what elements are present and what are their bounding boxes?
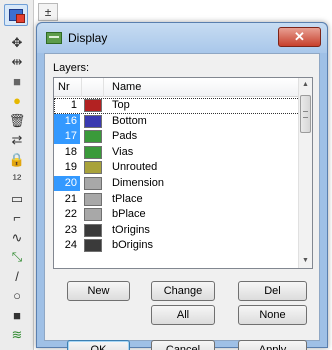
- layer-color-swatch: [84, 145, 102, 159]
- layer-color-swatch: [84, 99, 102, 112]
- list-header: Nr Name: [54, 78, 300, 97]
- list-scrollbar[interactable]: ▲ ▼: [298, 78, 312, 268]
- swap-icon[interactable]: ⇄: [8, 131, 26, 149]
- lock-icon[interactable]: 🔒: [8, 150, 26, 168]
- dialog-titlebar[interactable]: Display ✕: [37, 23, 327, 53]
- column-header-nr[interactable]: Nr: [54, 78, 82, 97]
- layer-name: Pads: [112, 130, 138, 143]
- meander-icon[interactable]: ∿: [8, 228, 26, 246]
- layer-row[interactable]: 16 Bottom: [54, 113, 300, 130]
- ok-button[interactable]: OK: [67, 340, 130, 350]
- layer-number: 24: [64, 239, 77, 252]
- layer-color-swatch: [84, 192, 102, 206]
- layers-label: Layers:: [53, 62, 90, 74]
- delete-icon[interactable]: 🗑: [8, 111, 26, 129]
- layer-row[interactable]: 1 Top: [54, 98, 300, 114]
- layers-colored-icon: [9, 9, 25, 23]
- layer-name: Top: [112, 99, 130, 111]
- layer-row[interactable]: 17 Pads: [54, 129, 300, 145]
- layer-number: 17: [54, 129, 80, 145]
- layer-number: 21: [64, 192, 77, 205]
- apply-button[interactable]: Apply: [238, 340, 307, 350]
- layer-rows: 1 Top 16 Bottom 17 Pads 18 Vias 19 Unrouted 20 Dime…: [54, 98, 300, 254]
- layer-number: 16: [54, 113, 80, 129]
- layer-color-swatch: [84, 223, 102, 237]
- layer-row[interactable]: 24 bOrigins: [54, 238, 300, 254]
- layer-color-swatch: [84, 239, 102, 253]
- wire-icon[interactable]: ⌐: [8, 209, 26, 227]
- dialog-body: Layers: Nr Name 1 Top 16 Bottom 17 Pads 18 Vias…: [44, 53, 320, 350]
- layer-color-swatch: [84, 208, 102, 222]
- none-button[interactable]: None: [238, 305, 307, 325]
- layer-number: 22: [64, 208, 77, 221]
- fill-rect-icon[interactable]: ■: [8, 306, 26, 324]
- layer-name: Dimension: [112, 176, 164, 189]
- dialog-title: Display: [68, 31, 108, 45]
- layer-name: tOrigins: [112, 223, 150, 236]
- all-button[interactable]: All: [151, 305, 215, 325]
- layer-name: Vias: [112, 145, 134, 158]
- column-header-name[interactable]: Name: [112, 78, 141, 97]
- left-toolbar: ✥ ⇹ ■ ● 🗑 ⇄ 🔒 ¹² ▭ ⌐ ∿ ⤡ / ○ ■ ≋: [0, 0, 34, 350]
- scroll-thumb[interactable]: [300, 95, 311, 133]
- layer-row[interactable]: 20 Dimension: [54, 175, 300, 192]
- layer-number: 20: [54, 175, 80, 191]
- layer-color-swatch: [84, 114, 102, 128]
- layer-color-swatch: [84, 176, 102, 190]
- scroll-up-icon[interactable]: ▲: [299, 78, 312, 92]
- layer-number: 23: [64, 223, 77, 236]
- layer-name: Unrouted: [112, 161, 158, 174]
- layer-number: 1: [70, 99, 77, 111]
- layer-row[interactable]: 19 Unrouted: [54, 160, 300, 176]
- layer-row[interactable]: 23 tOrigins: [54, 223, 300, 239]
- add-tab-icon[interactable]: ±: [38, 3, 58, 21]
- circle-icon[interactable]: ○: [8, 287, 26, 305]
- new-button[interactable]: New: [67, 281, 130, 301]
- move-icon[interactable]: ✥: [8, 33, 26, 51]
- mirror-icon[interactable]: ⇹: [8, 53, 26, 71]
- line-icon[interactable]: /: [8, 267, 26, 285]
- layers-icon[interactable]: ≋: [8, 326, 26, 344]
- change-button[interactable]: Change: [151, 281, 215, 301]
- scroll-down-icon[interactable]: ▼: [299, 254, 312, 268]
- smash-icon[interactable]: ¹²: [8, 170, 26, 188]
- layer-row[interactable]: 18 Vias: [54, 145, 300, 161]
- package-icon[interactable]: ▭: [8, 189, 26, 207]
- column-header-color[interactable]: [82, 78, 104, 97]
- layer-number: 19: [64, 161, 77, 174]
- layers-list[interactable]: Nr Name 1 Top 16 Bottom 17 Pads 18 Vias 19 Unrout…: [53, 77, 313, 269]
- color-dot-icon[interactable]: ●: [8, 92, 26, 110]
- layer-name: bOrigins: [112, 239, 153, 252]
- layer-name: Bottom: [112, 114, 147, 127]
- layer-name: tPlace: [112, 192, 143, 205]
- del-button[interactable]: Del: [238, 281, 307, 301]
- layer-row[interactable]: 22 bPlace: [54, 207, 300, 223]
- close-button[interactable]: ✕: [278, 27, 321, 47]
- route-icon[interactable]: ⤡: [8, 248, 26, 266]
- layer-name: bPlace: [112, 208, 146, 221]
- cancel-button[interactable]: Cancel: [151, 340, 215, 350]
- layer-number: 18: [64, 145, 77, 158]
- display-dialog: Display ✕ Layers: Nr Name 1 Top 16 Bottom 17…: [36, 22, 328, 350]
- layer-color-swatch: [84, 130, 102, 144]
- layer-row[interactable]: 21 tPlace: [54, 192, 300, 208]
- layer-color-swatch: [84, 161, 102, 175]
- dialog-app-icon: [46, 32, 62, 44]
- rectangle-icon[interactable]: ■: [8, 72, 26, 90]
- display-layers-tool-icon[interactable]: [4, 4, 28, 26]
